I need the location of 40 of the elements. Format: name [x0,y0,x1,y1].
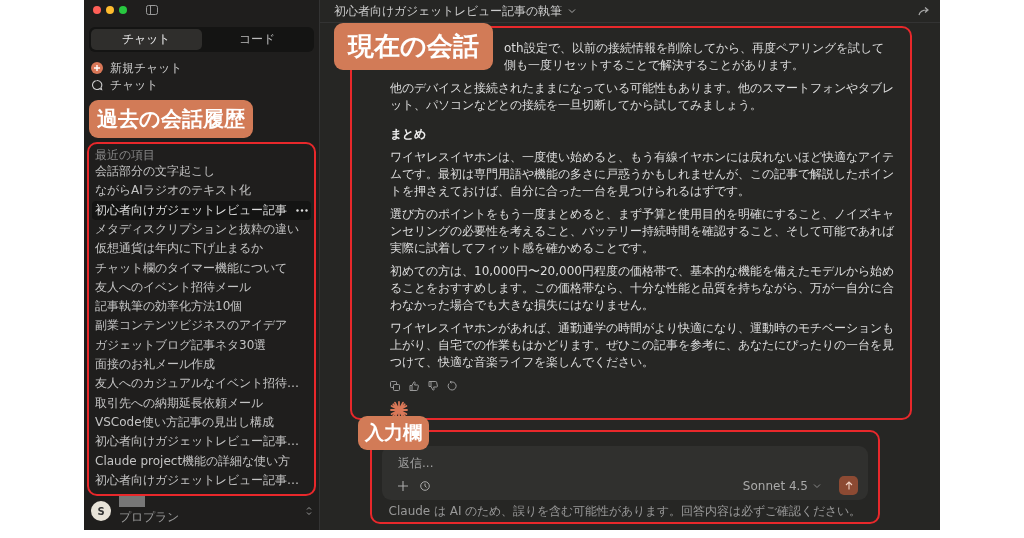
history-item[interactable]: チャット欄のタイマー機能について [92,258,311,278]
message-heading: まとめ [390,126,427,143]
message-text: oth設定で、以前の接続情報を削除してから、再度ペアリングを試して [504,40,885,57]
history-item[interactable]: 友人へのカジュアルなイベント招待… [92,374,311,394]
history-item[interactable]: 副業コンテンツビジネスのアイデア [92,316,311,336]
history-item[interactable]: Claude project機能の詳細な使い方 [92,451,311,471]
history-item[interactable]: 初心者向けガジェットレビュー記事 [92,200,311,220]
callout-label: 過去の会話履歴 [89,99,253,138]
history-item[interactable]: 会話部分の文字起こし [92,161,311,182]
history-item[interactable]: 記事執筆の効率化方法10個 [92,297,311,317]
message-input[interactable]: 返信... [392,452,858,470]
message-paragraph: ワイヤレスイヤホンがあれば、通勤通学の時間がより快適になり、運動時のモチベーションも上がり、自宅での作業もはかどります。ぜひこの記事を参考に、あなたにぴったりの一台を見つけて、快適な音楽ライフを楽しんでください。 [390,320,894,371]
history-item[interactable]: 仮想通貨は年内に下げ止まるか [92,239,311,259]
history-item[interactable]: ガジェットブログ記事ネタ30選 [92,335,311,355]
section-heading: 最近の項目 [94,147,156,162]
history-item[interactable]: VSCode使い方記事の見出し構成 [92,412,311,433]
history-item[interactable]: 面接のお礼メール作成 [92,354,311,375]
message-paragraph: 選び方のポイントをもう一度まとめると、まず予算と使用目的を明確にすること、ノイズキャンセリングの必要性を考えること、バッテリー持続時間を確認すること、そして可能であれば実際に試着してフィット感を確かめることです。 [390,206,894,257]
message-paragraph: ワイヤレスイヤホンは、一度使い始めると、もう有線イヤホンには戻れないほど快適なアイテムです。最初は専門用語や機能の多さに戸惑うかもしれませんが、この記事で解説したポイントを押さえておけば、自分に合った一台を見つけられるはずです。 [390,149,894,200]
history-item[interactable]: 取引先への納期延長依頼メール [92,393,311,413]
disclaimer-text: Claude は AI のため、誤りを含む可能性があります。回答内容は必ずご確認ください。 [387,503,863,520]
conversation-title[interactable]: 初心者向けガジェットレビュー記事の執筆 [334,2,562,20]
nav-item[interactable]: 新規チャット [89,59,314,77]
message-field[interactable]: 返信... Sonnet 4.5 [382,446,868,500]
message-paragraph: 初めての方は、10,000円〜20,000円程度の価格帯で、基本的な機能を備えたモデルから始めることをおすすめします。この価格帯なら、十分な性能と品質を持ちながら、万が一自分に合わなかった場合でも大きな損失にはなりません。 [390,263,894,314]
model-selector[interactable]: Sonnet 4.5 [736,477,827,494]
message-paragraph: 他のデバイスと接続されたままになっている可能性もあります。他のスマートフォンやタブレット、パソコンなどとの接続を一旦切断してから試してみましょう。 [390,80,894,114]
history-item[interactable]: 初心者向けガジェットレビュー記事… [92,470,311,490]
history-item[interactable]: 友人へのイベント招待メール [92,277,311,298]
plan-label: プロプラン [119,509,180,526]
mode-tab[interactable]: コード [201,28,312,50]
avatar[interactable]: S [91,501,111,521]
callout-label: 入力欄 [358,416,429,450]
history-item[interactable]: メタディスクリプションと抜粋の違い [92,219,311,240]
history-item[interactable]: ながらAIラジオのテキスト化 [92,181,311,201]
mode-tab[interactable]: チャット [91,28,202,50]
message-text: 側も一度リセットすることで解決することがあります。 [504,57,805,74]
nav-item[interactable]: チャット [89,76,314,94]
callout-label: 現在の会話 [334,23,493,70]
history-item[interactable]: 初心者向けガジェットレビュー記事… [92,432,311,452]
